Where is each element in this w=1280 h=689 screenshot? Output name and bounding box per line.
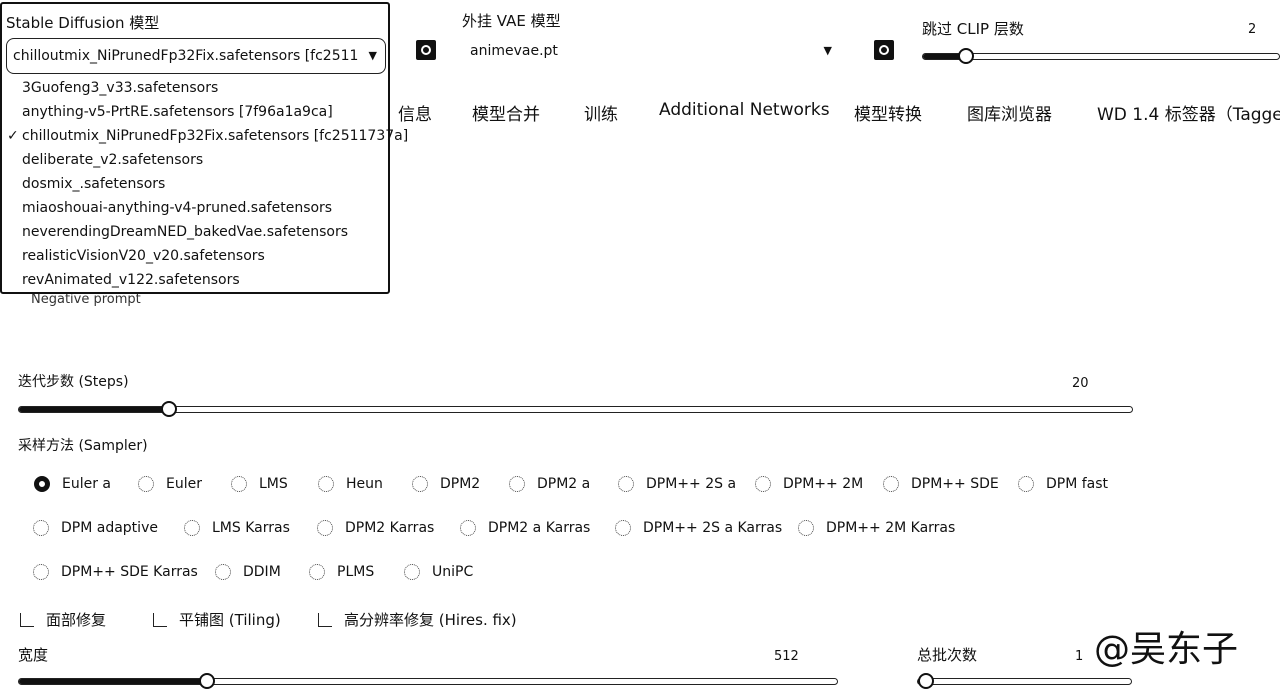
width-value[interactable]: 512 bbox=[774, 649, 799, 664]
slider-thumb[interactable] bbox=[958, 48, 974, 64]
steps-label: 迭代步数 (Steps) bbox=[18, 374, 129, 390]
tab-model-convert[interactable]: 模型转换 bbox=[854, 100, 922, 125]
clip-skip-slider[interactable] bbox=[922, 48, 1280, 64]
radio-icon bbox=[215, 564, 231, 580]
refresh-model-button[interactable] bbox=[416, 40, 436, 60]
sampler-euler-a[interactable]: Euler a bbox=[34, 476, 111, 492]
chevron-down-icon: ▼ bbox=[368, 49, 377, 62]
sampler-plms[interactable]: PLMS bbox=[309, 564, 374, 580]
model-option[interactable]: 3Guofeng3_v33.safetensors bbox=[22, 80, 218, 96]
model-selected-value: chilloutmix_NiPrunedFp32Fix.safetensors … bbox=[13, 48, 359, 64]
tab-wd-tagger[interactable]: WD 1.4 标签器（Tagger bbox=[1097, 100, 1280, 125]
sampler-dpmpp-sde[interactable]: DPM++ SDE bbox=[883, 476, 999, 492]
tab-model-merge[interactable]: 模型合并 bbox=[472, 100, 540, 125]
radio-icon bbox=[309, 564, 325, 580]
radio-icon bbox=[798, 520, 814, 536]
radio-icon bbox=[404, 564, 420, 580]
refresh-icon bbox=[421, 45, 431, 55]
model-option-label: chilloutmix_NiPrunedFp32Fix.safetensors … bbox=[22, 128, 409, 144]
checkbox-icon bbox=[318, 612, 332, 627]
steps-value[interactable]: 20 bbox=[1072, 376, 1089, 391]
steps-slider[interactable] bbox=[18, 401, 1133, 417]
radio-icon bbox=[509, 476, 525, 492]
model-option[interactable]: anything-v5-PrtRE.safetensors [7f96a1a9c… bbox=[22, 104, 333, 120]
sampler-dpm-adaptive[interactable]: DPM adaptive bbox=[33, 520, 158, 536]
refresh-icon bbox=[879, 45, 889, 55]
radio-icon bbox=[138, 476, 154, 492]
sampler-lms-karras[interactable]: LMS Karras bbox=[184, 520, 290, 536]
refresh-vae-button[interactable] bbox=[874, 40, 894, 60]
slider-fill bbox=[19, 407, 169, 412]
radio-icon bbox=[460, 520, 476, 536]
model-option[interactable]: realisticVisionV20_v20.safetensors bbox=[22, 248, 265, 264]
radio-icon bbox=[618, 476, 634, 492]
sampler-dpmpp-2m[interactable]: DPM++ 2M bbox=[755, 476, 863, 492]
model-option[interactable]: revAnimated_v122.safetensors bbox=[22, 272, 240, 288]
radio-icon bbox=[1018, 476, 1034, 492]
sampler-dpmpp-2s-a[interactable]: DPM++ 2S a bbox=[618, 476, 736, 492]
negative-prompt-label: Negative prompt bbox=[31, 292, 141, 307]
vae-select[interactable]: animevae.pt ▼ bbox=[462, 34, 842, 70]
hires-fix-checkbox[interactable]: 高分辨率修复 (Hires. fix) bbox=[318, 609, 517, 630]
tab-additional-networks[interactable]: Additional Networks bbox=[659, 100, 830, 120]
sampler-dpm2-karras[interactable]: DPM2 Karras bbox=[317, 520, 434, 536]
sampler-dpm2[interactable]: DPM2 bbox=[412, 476, 480, 492]
sampler-lms[interactable]: LMS bbox=[231, 476, 288, 492]
sampler-dpmpp-2m-karras[interactable]: DPM++ 2M Karras bbox=[798, 520, 955, 536]
radio-icon bbox=[34, 476, 50, 492]
checkbox-icon bbox=[153, 612, 167, 627]
slider-thumb[interactable] bbox=[199, 673, 215, 689]
tab-train[interactable]: 训练 bbox=[584, 100, 618, 125]
sampler-ddim[interactable]: DDIM bbox=[215, 564, 281, 580]
model-dropdown-panel[interactable]: Stable Diffusion 模型 chilloutmix_NiPruned… bbox=[0, 2, 408, 294]
sampler-dpm2-a[interactable]: DPM2 a bbox=[509, 476, 590, 492]
sampler-dpm-fast[interactable]: DPM fast bbox=[1018, 476, 1108, 492]
radio-icon bbox=[231, 476, 247, 492]
radio-icon bbox=[33, 564, 49, 580]
restore-faces-checkbox[interactable]: 面部修复 bbox=[20, 609, 106, 630]
batch-count-label: 总批次数 bbox=[917, 646, 978, 664]
radio-icon bbox=[412, 476, 428, 492]
clip-skip-label: 跳过 CLIP 层数 bbox=[922, 20, 1024, 38]
tab-info[interactable]: 信息 bbox=[398, 100, 432, 125]
width-label: 宽度 bbox=[18, 646, 49, 664]
checkmark-icon: ✓ bbox=[7, 128, 19, 144]
model-option[interactable]: dosmix_.safetensors bbox=[22, 176, 165, 192]
clip-skip-value[interactable]: 2 bbox=[1248, 22, 1256, 37]
model-option-selected[interactable]: ✓ chilloutmix_NiPrunedFp32Fix.safetensor… bbox=[7, 128, 409, 144]
tiling-checkbox[interactable]: 平铺图 (Tiling) bbox=[153, 609, 281, 630]
sampler-label: 采样方法 (Sampler) bbox=[18, 438, 148, 454]
radio-icon bbox=[317, 520, 333, 536]
vae-selected-value: animevae.pt bbox=[470, 43, 558, 59]
sampler-heun[interactable]: Heun bbox=[318, 476, 383, 492]
sampler-dpmpp-sde-karras[interactable]: DPM++ SDE Karras bbox=[33, 564, 198, 580]
watermark: @吴东子 bbox=[1094, 629, 1239, 670]
model-option[interactable]: miaoshouai-anything-v4-pruned.safetensor… bbox=[22, 200, 332, 216]
chevron-down-icon: ▼ bbox=[823, 44, 832, 57]
radio-icon bbox=[184, 520, 200, 536]
checkbox-icon bbox=[20, 612, 34, 627]
slider-thumb[interactable] bbox=[161, 401, 177, 417]
radio-icon bbox=[33, 520, 49, 536]
model-option[interactable]: deliberate_v2.safetensors bbox=[22, 152, 203, 168]
radio-icon bbox=[883, 476, 899, 492]
sampler-dpm2-a-karras[interactable]: DPM2 a Karras bbox=[460, 520, 590, 536]
model-select[interactable]: chilloutmix_NiPrunedFp32Fix.safetensors … bbox=[6, 38, 386, 74]
slider-thumb[interactable] bbox=[918, 673, 934, 689]
batch-count-value[interactable]: 1 bbox=[1075, 649, 1083, 664]
tab-gallery-browser[interactable]: 图库浏览器 bbox=[967, 100, 1052, 125]
sampler-dpmpp-2s-a-karras[interactable]: DPM++ 2S a Karras bbox=[615, 520, 782, 536]
sampler-euler[interactable]: Euler bbox=[138, 476, 202, 492]
vae-label: 外挂 VAE 模型 bbox=[462, 12, 561, 30]
radio-icon bbox=[755, 476, 771, 492]
radio-icon bbox=[615, 520, 631, 536]
model-label: Stable Diffusion 模型 bbox=[6, 14, 160, 32]
radio-icon bbox=[318, 476, 334, 492]
sampler-unipc[interactable]: UniPC bbox=[404, 564, 473, 580]
model-option[interactable]: neverendingDreamNED_bakedVae.safetensors bbox=[22, 224, 348, 240]
